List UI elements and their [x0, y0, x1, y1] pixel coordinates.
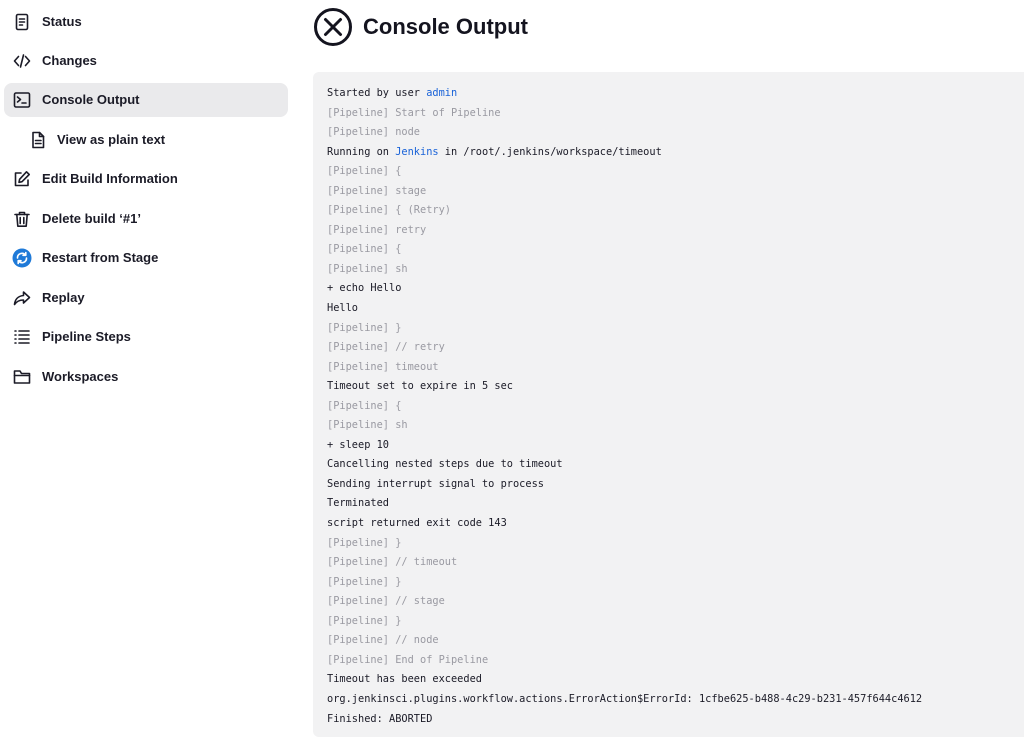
console-line: Finished: ABORTED: [327, 712, 433, 725]
sidebar-item-label: Edit Build Information: [42, 171, 178, 186]
sidebar-item-label: Workspaces: [42, 369, 119, 384]
console-line: [Pipeline] retry: [327, 223, 427, 236]
aborted-x-circle-icon: [314, 8, 352, 46]
sidebar-item-workspaces[interactable]: Workspaces: [4, 360, 288, 394]
console-line: [Pipeline] {: [327, 243, 402, 256]
sidebar: Status Changes Console Output View as pl…: [0, 0, 300, 739]
console-line: Timeout has been exceeded: [327, 673, 482, 686]
console-line: Started by user admin: [327, 84, 1024, 104]
console-line: [Pipeline] stage: [327, 184, 427, 197]
console-line: [Pipeline] // retry: [327, 341, 445, 354]
trash-icon: [12, 209, 32, 229]
console-line: [Pipeline] sh: [327, 262, 408, 275]
sidebar-item-restart-from-stage[interactable]: Restart from Stage: [4, 241, 288, 275]
console-line: + echo Hello: [327, 282, 402, 295]
console-line: [Pipeline] }: [327, 575, 402, 588]
sidebar-item-label: Pipeline Steps: [42, 329, 131, 344]
console-line: [Pipeline] End of Pipeline: [327, 653, 489, 666]
page-header: Console Output: [313, 5, 528, 49]
console-link[interactable]: Jenkins: [395, 146, 438, 158]
console-line: Running on Jenkins in /root/.jenkins/wor…: [327, 143, 1024, 163]
console-link[interactable]: admin: [426, 87, 457, 99]
console-line: [Pipeline] node: [327, 126, 420, 139]
sidebar-item-console-output[interactable]: Console Output: [4, 83, 288, 117]
sidebar-item-label: Changes: [42, 53, 97, 68]
console-line: Hello: [327, 302, 358, 315]
console-line: [Pipeline] {: [327, 399, 402, 412]
console-line: [Pipeline] }: [327, 614, 402, 627]
folder-icon: [12, 367, 32, 387]
terminal-icon: [12, 90, 32, 110]
sidebar-item-delete-build[interactable]: Delete build ‘#1’: [4, 202, 288, 236]
console-text: Running on: [327, 145, 396, 158]
console-line: Timeout set to expire in 5 sec: [327, 380, 513, 393]
status-icon: [12, 12, 32, 32]
list-icon: [12, 327, 32, 347]
console-line: [Pipeline] }: [327, 536, 402, 549]
sidebar-item-status[interactable]: Status: [4, 5, 288, 39]
console-line: [Pipeline] timeout: [327, 360, 439, 373]
sidebar-item-changes[interactable]: Changes: [4, 44, 288, 78]
sidebar-item-label: Replay: [42, 290, 85, 305]
console-line: [Pipeline] }: [327, 321, 402, 334]
sidebar-item-label: View as plain text: [57, 132, 166, 147]
console-line: [Pipeline] { (Retry): [327, 204, 451, 217]
sidebar-item-label: Console Output: [42, 92, 140, 107]
console-line: [Pipeline] Start of Pipeline: [327, 106, 501, 119]
sidebar-item-view-plain-text[interactable]: View as plain text: [4, 123, 288, 157]
console-line: Cancelling nested steps due to timeout: [327, 458, 563, 471]
sidebar-item-pipeline-steps[interactable]: Pipeline Steps: [4, 320, 288, 354]
sidebar-item-edit-build-information[interactable]: Edit Build Information: [4, 162, 288, 196]
edit-icon: [12, 169, 32, 189]
console-line: [Pipeline] // node: [327, 634, 439, 647]
sidebar-item-label: Restart from Stage: [42, 250, 159, 265]
console-line: Terminated: [327, 497, 389, 510]
console-line: [Pipeline] {: [327, 165, 402, 178]
sidebar-item-label: Delete build ‘#1’: [42, 211, 141, 226]
page-title: Console Output: [363, 14, 528, 39]
restart-icon: [12, 248, 32, 268]
document-icon: [28, 130, 48, 150]
console-text: in /root/.jenkins/workspace/timeout: [438, 145, 662, 158]
console-line: script returned exit code 143: [327, 517, 507, 530]
console-line: [Pipeline] // timeout: [327, 556, 458, 569]
console-output: Started by user admin [Pipeline] Start of…: [313, 72, 1024, 737]
console-line: [Pipeline] sh: [327, 419, 408, 432]
code-icon: [12, 51, 32, 71]
replay-icon: [12, 288, 32, 308]
console-line: [Pipeline] // stage: [327, 595, 445, 608]
console-line: + sleep 10: [327, 438, 389, 451]
console-line: org.jenkinsci.plugins.workflow.actions.E…: [327, 692, 923, 705]
console-text: Started by user: [327, 87, 427, 99]
sidebar-item-replay[interactable]: Replay: [4, 281, 288, 315]
sidebar-item-label: Status: [42, 14, 82, 29]
console-line: Sending interrupt signal to process: [327, 477, 544, 490]
